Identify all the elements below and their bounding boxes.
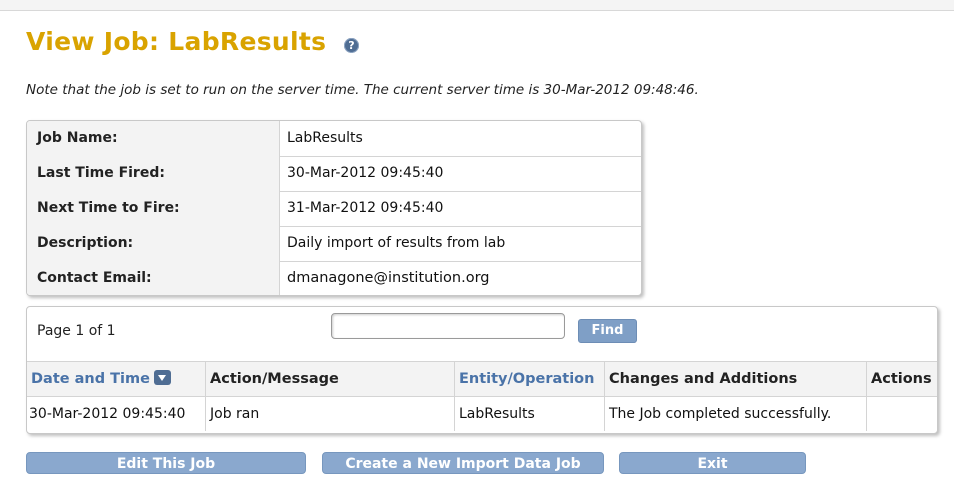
job-info-row: Contact Email: dmanagone@institution.org (27, 261, 641, 295)
next-fire-value: 31-Mar-2012 09:45:40 (287, 200, 444, 216)
help-icon[interactable]: ? (344, 38, 359, 53)
last-fired-label: Last Time Fired: (27, 156, 280, 191)
cell-actions (867, 397, 937, 431)
column-header-actions: Actions (871, 371, 932, 387)
job-log-table: Page 1 of 1 Find Date and Time Action/Me… (26, 306, 938, 434)
find-button[interactable]: Find (578, 319, 637, 343)
job-name-value: LabResults (287, 130, 363, 146)
page: View Job: LabResults ? Note that the job… (0, 0, 954, 481)
job-info-row: Next Time to Fire: 31-Mar-2012 09:45:40 (27, 191, 641, 227)
exit-button[interactable]: Exit (619, 452, 806, 474)
contact-email-label: Contact Email: (27, 261, 280, 295)
column-header-changes: Changes and Additions (605, 362, 867, 396)
job-info-row: Job Name: LabResults (27, 121, 641, 157)
edit-job-button[interactable]: Edit This Job (26, 452, 306, 474)
cell-date-time: 30-Mar-2012 09:45:40 (27, 397, 206, 431)
next-fire-label: Next Time to Fire: (27, 191, 280, 226)
server-time-note: Note that the job is set to run on the s… (26, 82, 699, 98)
table-row: 30-Mar-2012 09:45:40 Job ran LabResults … (27, 397, 937, 431)
last-fired-value: 30-Mar-2012 09:45:40 (287, 165, 444, 181)
column-header-date-time[interactable]: Date and Time (27, 362, 206, 396)
job-name-label: Job Name: (27, 121, 280, 156)
cell-changes: The Job completed successfully. (605, 397, 867, 431)
top-border (0, 0, 954, 11)
job-info-table: Job Name: LabResults Last Time Fired: 30… (26, 120, 642, 296)
column-header-action-message: Action/Message (206, 362, 455, 396)
create-import-job-button[interactable]: Create a New Import Data Job (322, 452, 604, 474)
cell-action-message: Job ran (206, 397, 455, 431)
log-header-row: Date and Time Action/Message Entity/Oper… (27, 362, 937, 397)
job-info-row: Last Time Fired: 30-Mar-2012 09:45:40 (27, 156, 641, 192)
page-title: View Job: LabResults (26, 27, 327, 56)
page-info: Page 1 of 1 (37, 323, 116, 339)
column-header-entity-operation[interactable]: Entity/Operation (455, 362, 605, 396)
column-header-date-time-label[interactable]: Date and Time (31, 371, 150, 387)
contact-email-value: dmanagone@institution.org (287, 270, 490, 286)
description-value: Daily import of results from lab (287, 235, 506, 251)
sort-descending-icon[interactable] (153, 369, 171, 385)
log-toolbar: Page 1 of 1 Find (27, 307, 937, 362)
job-info-row: Description: Daily import of results fro… (27, 226, 641, 262)
description-label: Description: (27, 226, 280, 261)
search-input[interactable] (331, 313, 565, 339)
cell-entity-operation: LabResults (455, 397, 605, 431)
